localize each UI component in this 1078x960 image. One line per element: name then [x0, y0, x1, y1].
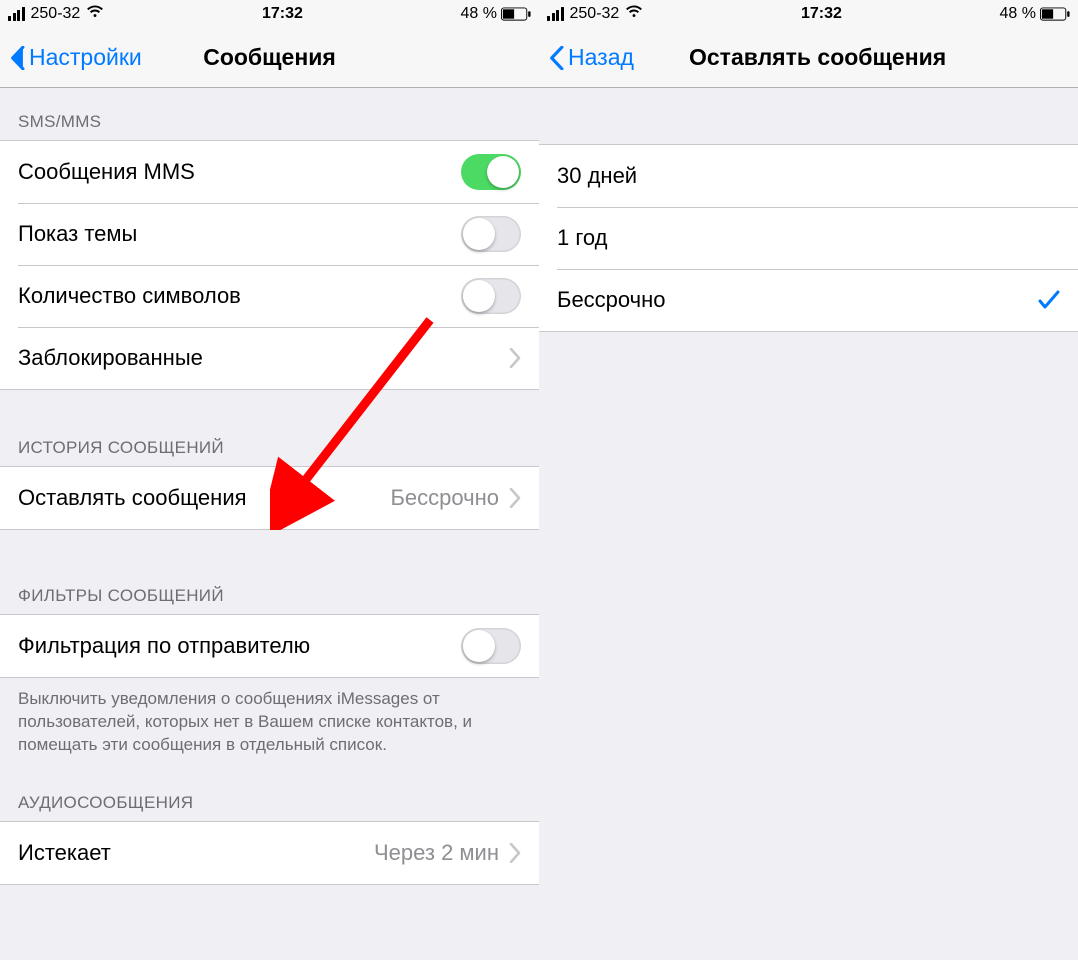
toggle-filter-unknown[interactable]: [461, 628, 521, 664]
chevron-left-icon: [549, 46, 564, 70]
row-subject-label: Показ темы: [18, 221, 461, 247]
option-label: Бессрочно: [557, 287, 1038, 313]
row-expire-value: Через 2 мин: [374, 840, 499, 866]
checkmark-icon: [1038, 290, 1060, 310]
screen-keep-messages: 250-32 17:32 48 % Назад Оставлять сообще…: [539, 0, 1078, 960]
battery-icon: [1040, 7, 1070, 21]
toggle-mms[interactable]: [461, 154, 521, 190]
option-label: 1 год: [557, 225, 1060, 251]
carrier-label: 250-32: [31, 5, 81, 23]
screen-messages-settings: 250-32 17:32 48 % Настройки Сообщения SM…: [0, 0, 539, 960]
cell-group-filters: Фильтрация по отправителю: [0, 614, 539, 678]
battery-icon: [501, 7, 531, 21]
back-label: Назад: [568, 44, 634, 71]
chevron-right-icon: [509, 348, 521, 368]
row-keep-label: Оставлять сообщения: [18, 485, 390, 511]
row-blocked-label: Заблокированные: [18, 345, 509, 371]
section-header-sms: SMS/MMS: [0, 88, 539, 140]
status-bar: 250-32 17:32 48 %: [0, 0, 539, 28]
clock: 17:32: [801, 5, 842, 23]
section-header-history: ИСТОРИЯ СООБЩЕНИЙ: [0, 390, 539, 466]
cell-group-audio: Истекает Через 2 мин: [0, 821, 539, 885]
chevron-right-icon: [509, 488, 521, 508]
chevron-left-icon: [10, 46, 25, 70]
row-filter-unknown[interactable]: Фильтрация по отправителю: [0, 615, 539, 677]
row-blocked[interactable]: Заблокированные: [0, 327, 539, 389]
wifi-icon: [625, 5, 643, 24]
wifi-icon: [86, 5, 104, 24]
section-header-audio: АУДИОСООБЩЕНИЯ: [0, 765, 539, 821]
back-button[interactable]: Настройки: [0, 44, 142, 71]
clock: 17:32: [262, 5, 303, 23]
row-subject[interactable]: Показ темы: [0, 203, 539, 265]
battery-percent: 48 %: [1000, 5, 1036, 23]
carrier-label: 250-32: [570, 5, 620, 23]
back-label: Настройки: [29, 44, 142, 71]
toggle-char-count[interactable]: [461, 278, 521, 314]
option-1-year[interactable]: 1 год: [539, 207, 1078, 269]
signal-icon: [8, 7, 25, 21]
battery-percent: 48 %: [461, 5, 497, 23]
toggle-subject[interactable]: [461, 216, 521, 252]
section-header-filters: ФИЛЬТРЫ СООБЩЕНИЙ: [0, 530, 539, 614]
cell-group-options: 30 дней 1 год Бессрочно: [539, 144, 1078, 332]
row-keep-value: Бессрочно: [390, 485, 499, 511]
row-expire[interactable]: Истекает Через 2 мин: [0, 822, 539, 884]
cell-group-sms: Сообщения MMS Показ темы Количество симв…: [0, 140, 539, 390]
row-filter-unknown-label: Фильтрация по отправителю: [18, 633, 461, 659]
section-footer-filters: Выключить уведомления о сообщениях iMess…: [0, 678, 539, 765]
option-30-days[interactable]: 30 дней: [539, 145, 1078, 207]
cell-group-history: Оставлять сообщения Бессрочно: [0, 466, 539, 530]
row-expire-label: Истекает: [18, 840, 374, 866]
row-char-count-label: Количество символов: [18, 283, 461, 309]
chevron-right-icon: [509, 843, 521, 863]
row-mms-label: Сообщения MMS: [18, 159, 461, 185]
signal-icon: [547, 7, 564, 21]
row-keep-messages[interactable]: Оставлять сообщения Бессрочно: [0, 467, 539, 529]
row-mms[interactable]: Сообщения MMS: [0, 141, 539, 203]
back-button[interactable]: Назад: [539, 44, 634, 71]
row-char-count[interactable]: Количество символов: [0, 265, 539, 327]
option-label: 30 дней: [557, 163, 1060, 189]
option-forever[interactable]: Бессрочно: [539, 269, 1078, 331]
nav-bar: Настройки Сообщения: [0, 28, 539, 88]
status-bar: 250-32 17:32 48 %: [539, 0, 1078, 28]
nav-bar: Назад Оставлять сообщения: [539, 28, 1078, 88]
